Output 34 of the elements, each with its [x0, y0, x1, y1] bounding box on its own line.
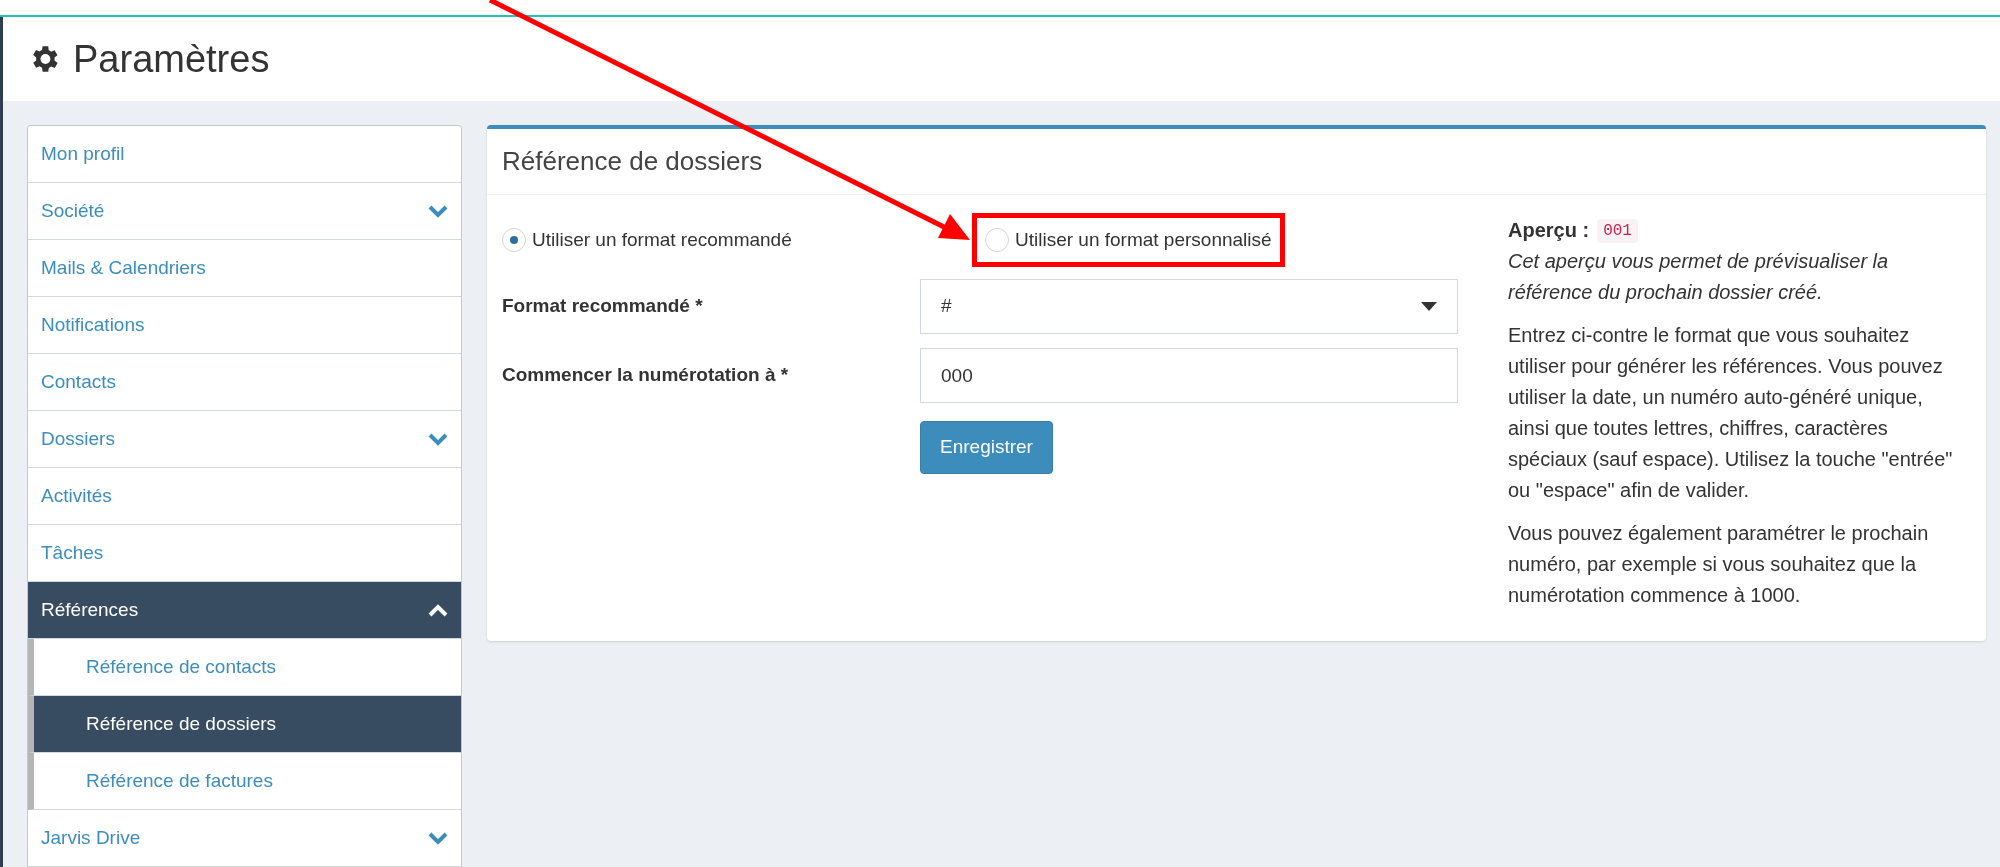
field-label: Commencer la numérotation à *: [502, 363, 790, 388]
preview-value: 001: [1597, 218, 1638, 243]
field-label: Format recommandé *: [502, 294, 704, 319]
radio-label: Utiliser un format personnalisé: [1015, 227, 1272, 252]
sidebar-item[interactable]: Société: [28, 183, 461, 240]
chevron-up-icon: [428, 603, 448, 617]
sidebar-subitem[interactable]: Référence de dossiers: [28, 696, 461, 753]
save-button[interactable]: Enregistrer: [920, 421, 1053, 474]
sidebar-item[interactable]: Notifications: [28, 297, 461, 354]
help-paragraph: Entrez ci-contre le format que vous souhaitez utiliser pour générer les références. Vous pouvez utiliser la date, un numéro auto-généré unique, ainsi que toutes lettres, chiffres, caractères spéciaux (sauf espace). Utilisez la touche "entrée" ou "espace" afin de valider.: [1508, 323, 1954, 503]
sidebar-item[interactable]: Références: [28, 582, 461, 639]
sidebar-item[interactable]: Mon profil: [28, 126, 461, 183]
sidebar-item[interactable]: Dossiers: [28, 411, 461, 468]
format-select[interactable]: #: [920, 279, 1458, 334]
radio-label: Utiliser un format recommandé: [532, 227, 792, 252]
sidebar-subitem[interactable]: Référence de contacts: [28, 639, 461, 696]
radio-button[interactable]: [502, 228, 526, 252]
chevron-down-icon: [428, 432, 448, 446]
sidebar-item[interactable]: Contacts: [28, 354, 461, 411]
preview-note: Cet aperçu vous permet de prévisualiser la référence du prochain dossier créé.: [1508, 249, 1890, 305]
start-number-field[interactable]: 000: [920, 348, 1458, 403]
sidebar-item[interactable]: Jarvis Drive: [28, 810, 461, 867]
radio-button[interactable]: [985, 228, 1009, 252]
chevron-down-icon: [428, 204, 448, 218]
panel-title: Référence de dossiers: [502, 145, 763, 178]
help-paragraph: Vous pouvez également paramétrer le prochain numéro, par exemple si vous souhaitez que la numérotation commence à 1000.: [1508, 521, 1930, 608]
dropdown-caret-icon: [1421, 302, 1437, 311]
sidebar-item[interactable]: Mails & Calendriers: [28, 240, 461, 297]
sidebar-item[interactable]: Tâches: [28, 525, 461, 582]
sidebar-subitem[interactable]: Référence de factures: [28, 753, 461, 810]
preview-label: Aperçu :: [1508, 218, 1590, 243]
page-title: Paramètres: [73, 36, 270, 82]
chevron-down-icon: [428, 831, 448, 845]
sidebar-item[interactable]: Activités: [28, 468, 461, 525]
